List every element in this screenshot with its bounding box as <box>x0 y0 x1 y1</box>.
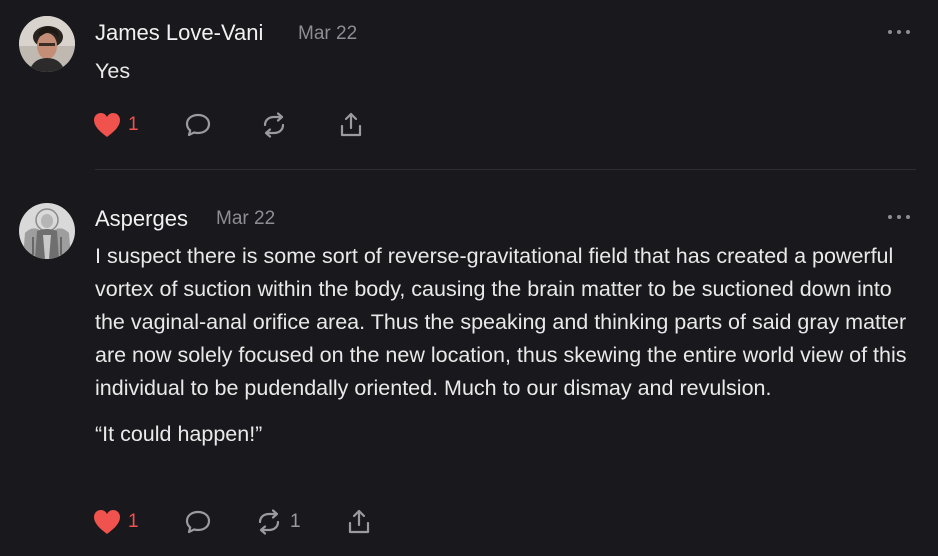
dot-icon <box>906 215 910 219</box>
restack-button[interactable] <box>259 108 289 142</box>
avatar[interactable] <box>19 16 75 72</box>
dot-icon <box>888 215 892 219</box>
share-button[interactable] <box>345 505 373 539</box>
more-options-button[interactable] <box>888 214 910 220</box>
more-options-button[interactable] <box>888 29 910 35</box>
heart-icon <box>94 510 120 534</box>
comment-divider <box>95 169 916 170</box>
comment-paragraph: Yes <box>95 59 131 83</box>
author-name[interactable]: James Love-Vani <box>95 20 263 46</box>
heart-icon <box>94 113 120 137</box>
restack-count: 1 <box>290 511 301 532</box>
comment-body: I suspect there is some sort of reverse-… <box>95 240 920 451</box>
restack-icon <box>263 112 285 138</box>
reply-button[interactable] <box>184 108 212 142</box>
comment-date[interactable]: Mar 22 <box>216 208 275 230</box>
comment-bubble-icon <box>185 113 211 137</box>
avatar[interactable] <box>19 203 75 259</box>
comment-bubble-icon <box>185 510 211 534</box>
share-icon <box>340 112 362 137</box>
comment-body: Yes <box>95 55 925 88</box>
share-icon <box>348 509 370 534</box>
comment-paragraph: “It could happen!” <box>95 422 263 446</box>
dot-icon <box>906 30 910 34</box>
reply-button[interactable] <box>184 505 212 539</box>
share-button[interactable] <box>337 108 365 142</box>
comment-date[interactable]: Mar 22 <box>298 23 357 45</box>
person-photo-avatar-icon <box>19 16 75 72</box>
dot-icon <box>888 30 892 34</box>
restack-button[interactable]: 1 <box>254 505 301 539</box>
restack-icon <box>258 509 280 535</box>
dot-icon <box>897 215 901 219</box>
like-button[interactable]: 1 <box>92 108 139 142</box>
dot-icon <box>897 30 901 34</box>
comment-paragraph: I suspect there is some sort of reverse-… <box>95 244 907 400</box>
like-button[interactable]: 1 <box>92 505 139 539</box>
author-name[interactable]: Asperges <box>95 206 188 232</box>
like-count: 1 <box>128 114 139 135</box>
like-count: 1 <box>128 511 139 532</box>
icon-painting-avatar-icon <box>19 203 75 259</box>
